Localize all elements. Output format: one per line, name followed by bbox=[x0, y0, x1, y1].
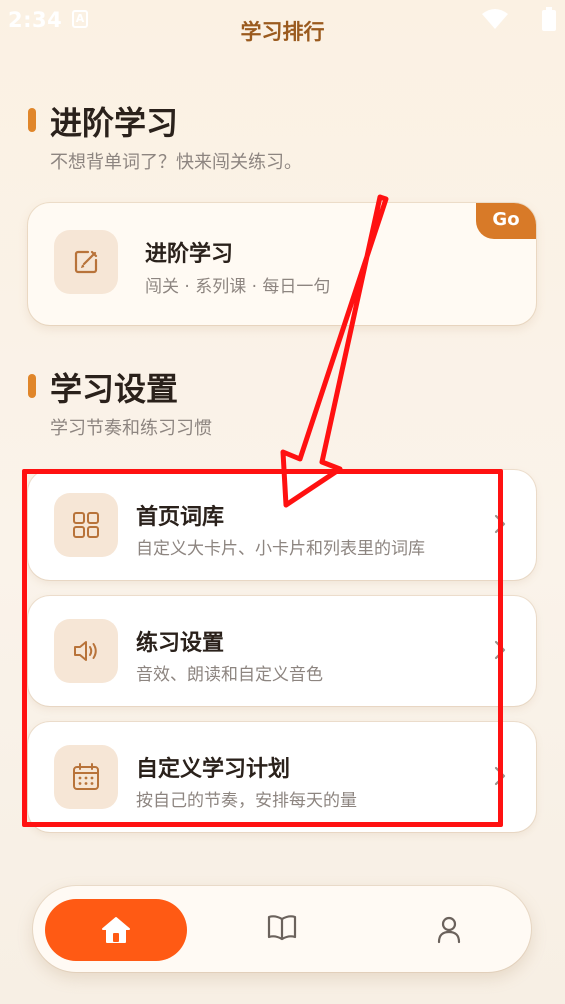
nav-home-button[interactable] bbox=[45, 899, 187, 961]
profile-icon bbox=[437, 916, 461, 944]
nav-book-button[interactable] bbox=[266, 913, 298, 945]
home-icon bbox=[102, 917, 130, 943]
bottom-nav bbox=[33, 886, 531, 972]
annotation-highlight-box bbox=[22, 469, 503, 827]
go-badge[interactable]: Go bbox=[476, 203, 536, 239]
section-title: 学习设置 bbox=[50, 370, 179, 408]
book-icon bbox=[267, 915, 297, 941]
edit-icon bbox=[54, 230, 118, 294]
card-title: 进阶学习 bbox=[145, 242, 234, 267]
section-subtitle: 学习节奏和练习习惯 bbox=[50, 418, 212, 439]
card-subtitle: 闯关 · 系列课 · 每日一句 bbox=[145, 277, 331, 297]
advanced-learning-card[interactable]: 进阶学习 闯关 · 系列课 · 每日一句 Go bbox=[28, 203, 536, 325]
section-title: 进阶学习 bbox=[50, 104, 179, 142]
nav-profile-button[interactable] bbox=[437, 916, 461, 948]
section-subtitle: 不想背单词了？快来闯关练习。 bbox=[50, 152, 302, 173]
section-accent-bar bbox=[28, 374, 36, 398]
section-accent-bar bbox=[28, 108, 36, 132]
page-title: 学习排行 bbox=[240, 20, 325, 44]
